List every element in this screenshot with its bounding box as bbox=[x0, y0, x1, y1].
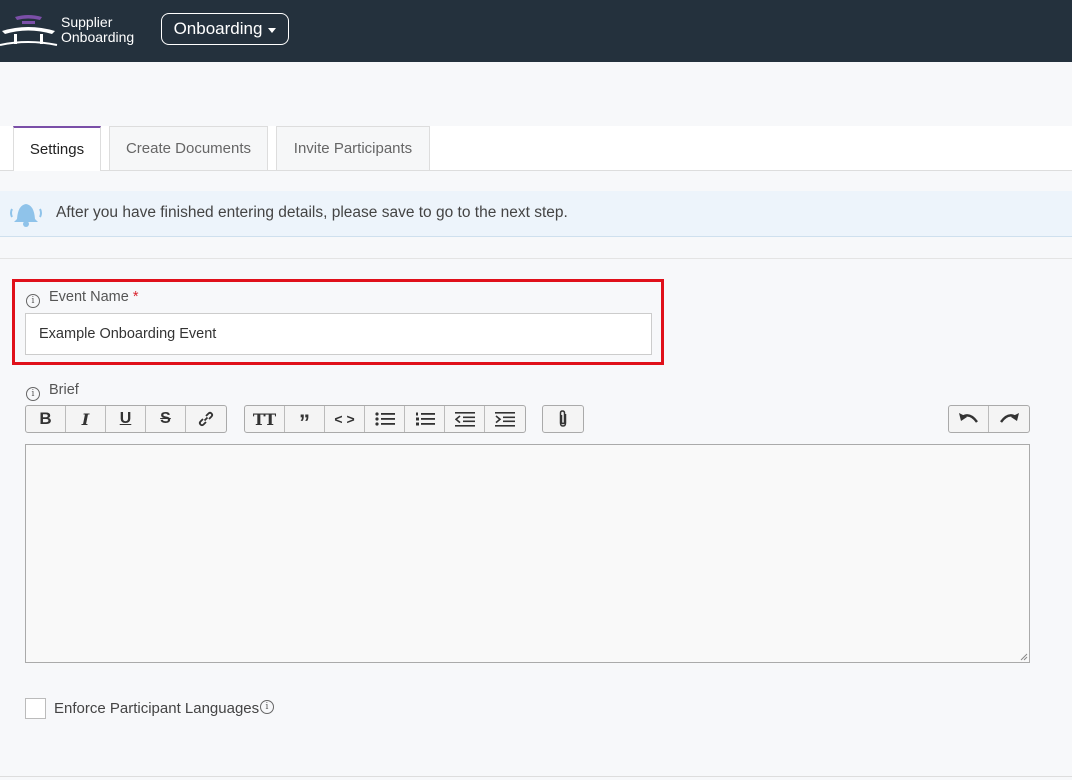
heading-button[interactable]: TT bbox=[245, 406, 285, 432]
heading-icon: TT bbox=[252, 409, 277, 429]
tab-create-documents[interactable]: Create Documents bbox=[109, 126, 268, 170]
event-name-label: Event Name * bbox=[49, 289, 138, 305]
wizard-tabs: Settings Create Documents Invite Partici… bbox=[0, 126, 1072, 171]
bold-button[interactable]: B bbox=[26, 406, 66, 432]
format-toolbar-group: B I U S bbox=[25, 405, 227, 433]
tab-invite-participants-label: Invite Participants bbox=[293, 140, 413, 157]
strikethrough-button[interactable]: S bbox=[146, 406, 186, 432]
link-button[interactable] bbox=[186, 406, 226, 432]
event-name-info-icon[interactable]: i bbox=[26, 294, 40, 308]
history-toolbar-group bbox=[948, 405, 1030, 433]
tab-settings[interactable]: Settings bbox=[13, 126, 101, 171]
quote-button[interactable]: ” bbox=[285, 406, 325, 435]
quote-icon: ” bbox=[299, 410, 310, 435]
outdent-button[interactable] bbox=[445, 406, 485, 432]
required-indicator: * bbox=[132, 289, 139, 305]
enforce-languages-checkbox[interactable] bbox=[25, 698, 46, 719]
redo-icon bbox=[1000, 413, 1019, 423]
chevron-down-icon bbox=[268, 27, 277, 33]
top-navigation-bar: Supplier Onboarding Onboarding bbox=[0, 0, 1072, 62]
numbered-list-icon bbox=[415, 412, 435, 426]
bullet-list-icon bbox=[374, 412, 395, 426]
brand-logo[interactable]: Supplier Onboarding bbox=[0, 12, 140, 50]
attachment-icon bbox=[559, 410, 567, 427]
brand-name: Supplier Onboarding bbox=[61, 15, 134, 45]
pagoda-logo-icon bbox=[0, 15, 58, 46]
brief-info-icon[interactable]: i bbox=[26, 387, 40, 401]
code-icon: < > bbox=[334, 411, 355, 427]
bullet-list-button[interactable] bbox=[365, 406, 405, 432]
attach-button[interactable] bbox=[543, 406, 583, 432]
module-switcher-label: Onboarding bbox=[173, 19, 263, 38]
undo-button[interactable] bbox=[949, 406, 989, 432]
outdent-icon bbox=[454, 412, 475, 427]
brief-editor[interactable] bbox=[25, 444, 1030, 663]
bell-icon bbox=[10, 204, 42, 227]
attach-toolbar-group bbox=[542, 405, 584, 433]
enforce-languages-label: Enforce Participant Languages bbox=[54, 700, 260, 717]
info-notice: After you have finished entering details… bbox=[0, 191, 1072, 237]
section-divider bbox=[0, 258, 1072, 259]
numbered-list-button[interactable] bbox=[405, 406, 445, 432]
underline-icon: U bbox=[119, 410, 132, 427]
module-switcher-button[interactable]: Onboarding bbox=[161, 13, 289, 45]
event-name-input[interactable] bbox=[25, 313, 652, 355]
indent-button[interactable] bbox=[485, 406, 525, 432]
code-button[interactable]: < > bbox=[325, 406, 365, 432]
bottom-divider bbox=[0, 776, 1072, 777]
block-toolbar-group: TT ” < > bbox=[244, 405, 526, 435]
indent-icon bbox=[495, 412, 515, 427]
brief-label: Brief bbox=[49, 382, 79, 398]
enforce-languages-info-icon[interactable]: i bbox=[260, 700, 274, 714]
bold-icon: B bbox=[39, 409, 52, 428]
tab-settings-label: Settings bbox=[29, 141, 85, 158]
tab-invite-participants[interactable]: Invite Participants bbox=[276, 126, 430, 170]
underline-button[interactable]: U bbox=[106, 406, 146, 432]
brand-line-2: Onboarding bbox=[61, 29, 135, 45]
italic-button[interactable]: I bbox=[66, 406, 106, 432]
resize-handle-icon[interactable] bbox=[1020, 653, 1028, 661]
undo-icon bbox=[958, 413, 978, 423]
italic-icon: I bbox=[81, 409, 90, 429]
strikethrough-icon: S bbox=[160, 410, 171, 427]
event-name-label-text: Event Name bbox=[49, 289, 129, 305]
brand-line-1: Supplier bbox=[61, 14, 113, 30]
link-icon bbox=[198, 411, 214, 427]
redo-button[interactable] bbox=[989, 406, 1029, 432]
tab-create-documents-label: Create Documents bbox=[125, 140, 252, 157]
notice-text: After you have finished entering details… bbox=[56, 204, 568, 221]
